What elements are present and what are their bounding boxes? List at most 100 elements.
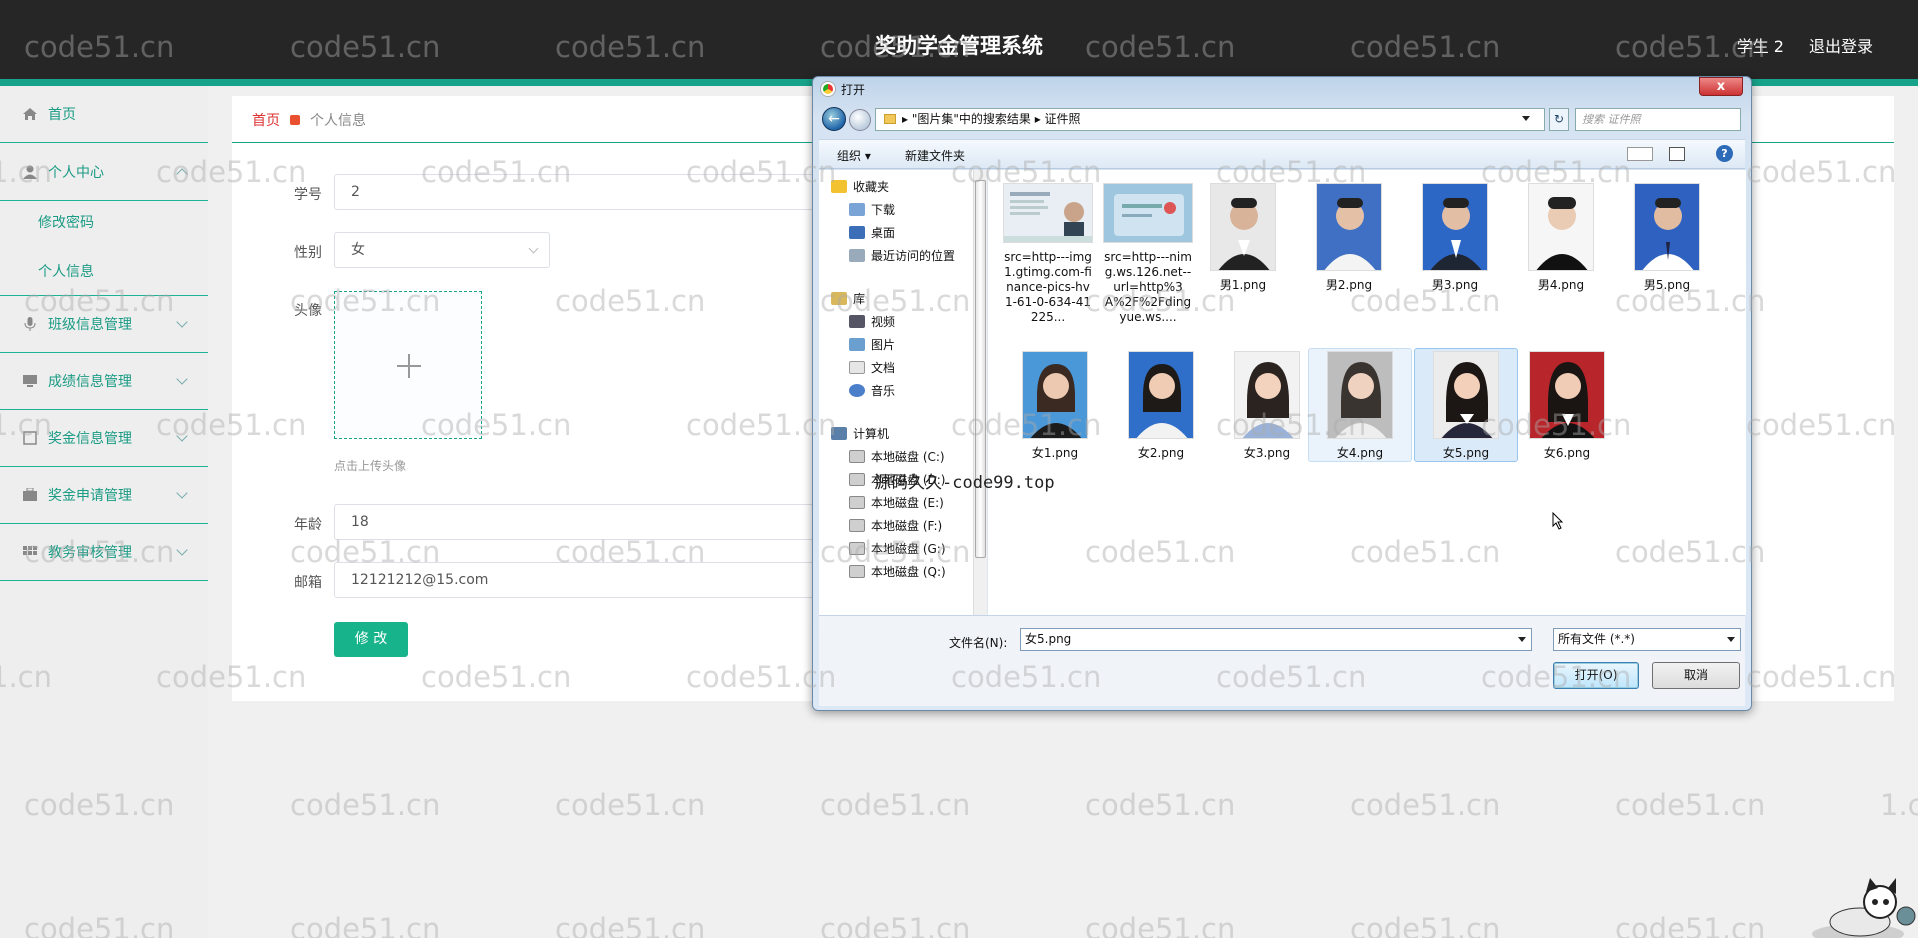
file-item[interactable]: 女2.png [1116,348,1206,462]
user-icon [23,165,37,179]
address-bar[interactable]: ▸ "图片集"中的搜索结果 ▸ 证件照 [875,108,1545,131]
overlay-watermark-text: 源码久久-code99.top [874,473,1055,493]
file-item[interactable]: 男3.png [1410,180,1500,294]
file-item[interactable]: 女6.png [1522,348,1612,462]
filename-value: 女5.png [1025,632,1072,646]
file-item[interactable]: src=http---img1.gtimg.com-finance-pics-h… [1000,180,1096,326]
nav-libraries[interactable]: 库 [831,290,865,307]
file-list: src=http---img1.gtimg.com-finance-pics-h… [988,170,1746,615]
file-name: 男3.png [1431,278,1479,292]
file-item[interactable]: 男4.png [1516,180,1606,294]
file-item-selected[interactable]: 女5.png [1414,348,1518,462]
photo-thumbnail [1210,183,1277,272]
watermark-text: code51.cn [1085,912,1236,938]
sidebar-item-label: 成绩信息管理 [48,374,132,390]
chrome-icon [821,82,835,96]
watermark-text: code51.cn [290,912,441,938]
filename-input[interactable]: 女5.png [1020,628,1532,651]
age-field[interactable]: 18 [334,504,824,540]
open-button[interactable]: 打开(O) [1553,662,1639,689]
file-item[interactable]: 女1.png [1010,348,1100,462]
sidebar-item-review-mgmt[interactable]: 教务审核管理 [0,524,208,581]
triangle-down-icon [1727,637,1735,642]
sidebar-item-home[interactable]: 首页 [0,86,208,143]
watermark-text: code51.cn [1350,912,1501,938]
edit-button[interactable]: 修 改 [334,622,408,657]
nav-computer[interactable]: 计算机 [831,425,889,442]
upload-tip: 点击上传头像 [334,459,407,473]
nav-downloads[interactable]: 下载 [849,201,895,218]
avatar-upload[interactable] [334,291,482,439]
new-folder-button[interactable]: 新建文件夹 [905,147,965,164]
file-item[interactable]: 男1.png [1198,180,1288,294]
nav-drive[interactable]: 本地磁盘 (E:) [849,494,944,511]
video-icon [849,315,865,328]
sidebar-item-label: 班级信息管理 [48,317,132,333]
sidebar-item-apply-mgmt[interactable]: 奖金申请管理 [0,467,208,524]
file-item[interactable]: 女3.png [1222,348,1312,462]
nav-pictures[interactable]: 图片 [849,336,895,353]
sidebar-item-class-mgmt[interactable]: 班级信息管理 [0,296,208,353]
address-dropdown[interactable] [1519,108,1533,131]
back-arrow-icon[interactable]: ← [822,107,846,131]
student-no-field[interactable]: 2 [334,174,824,210]
scrollbar-thumb[interactable] [975,180,986,558]
sidebar: 首页 个人中心 修改密码 个人信息 班级信息管理 成绩信息管理 奖金信息管理 奖… [0,86,208,938]
file-item[interactable]: 女4.png [1308,348,1412,462]
breadcrumb-separator-icon [290,115,300,125]
refresh-icon[interactable]: ↻ [1549,108,1569,131]
sidebar-item-label: 教务审核管理 [48,545,132,561]
navigation-scrollbar[interactable] [973,170,987,615]
sidebar-subitem-change-password[interactable]: 修改密码 [38,212,94,232]
watermark-text: 1.cn [1880,788,1918,822]
drive-icon [849,473,865,486]
sidebar-item-score-mgmt[interactable]: 成绩信息管理 [0,353,208,410]
sidebar-item-award-mgmt[interactable]: 奖金信息管理 [0,410,208,467]
nav-label: 计算机 [853,427,890,441]
forward-arrow-icon[interactable] [849,109,871,131]
sidebar-item-personal-center[interactable]: 个人中心 [0,144,208,201]
document-thumbnail [1003,183,1094,244]
chevron-down-icon [176,487,188,499]
nav-desktop[interactable]: 桌面 [849,224,895,241]
organize-button[interactable]: 组织 ▾ [837,147,871,164]
logout-link[interactable]: 退出登录 [1809,33,1873,57]
triangle-down-icon[interactable] [1518,637,1526,642]
watermark-text: code51.cn [1350,788,1501,822]
nav-favorites[interactable]: 收藏夹 [831,178,889,195]
drive-icon [849,450,865,463]
sidebar-subitem-personal-info[interactable]: 个人信息 [38,261,94,281]
nav-drive[interactable]: 本地磁盘 (C:) [849,448,945,465]
drive-icon [849,519,865,532]
file-item[interactable]: 男5.png [1622,180,1712,294]
file-item[interactable]: 男2.png [1304,180,1394,294]
preview-pane-icon[interactable] [1669,147,1685,161]
path-segment[interactable]: 证件照 [1045,112,1081,126]
file-item[interactable]: src=http---nimg.ws.126.net--url=http%3A%… [1100,180,1196,326]
view-options-icon[interactable] [1627,147,1653,161]
breadcrumb-home[interactable]: 首页 [252,110,280,130]
photo-thumbnail [1529,351,1606,440]
nav-drive[interactable]: 本地磁盘 (G:) [849,540,946,557]
file-name: 男2.png [1325,278,1373,292]
nav-drive[interactable]: 本地磁盘 (Q:) [849,563,946,580]
nav-drive[interactable]: 本地磁盘 (F:) [849,517,942,534]
drive-icon [849,565,865,578]
breadcrumb: 首页 个人信息 [252,110,366,130]
nav-label: 文档 [871,361,896,375]
nav-music[interactable]: 音乐 [849,382,895,399]
gender-label: 性别 [294,245,322,261]
path-segment[interactable]: "图片集"中的搜索结果 [912,112,1031,126]
gender-select[interactable]: 女 [334,232,550,268]
nav-recent[interactable]: 最近访问的位置 [849,247,955,264]
cancel-button[interactable]: 取消 [1652,662,1740,689]
help-icon[interactable]: ? [1716,145,1733,162]
close-button[interactable]: x [1699,77,1743,96]
nav-documents[interactable]: 文档 [849,359,895,376]
nav-label: 本地磁盘 (E:) [871,496,944,510]
file-name: 女5.png [1442,446,1490,460]
email-field[interactable]: 12121212@15.com [334,562,824,598]
search-input[interactable]: 搜索 证件照 [1575,108,1741,131]
filetype-select[interactable]: 所有文件 (*.*) [1553,628,1741,651]
nav-videos[interactable]: 视频 [849,313,895,330]
